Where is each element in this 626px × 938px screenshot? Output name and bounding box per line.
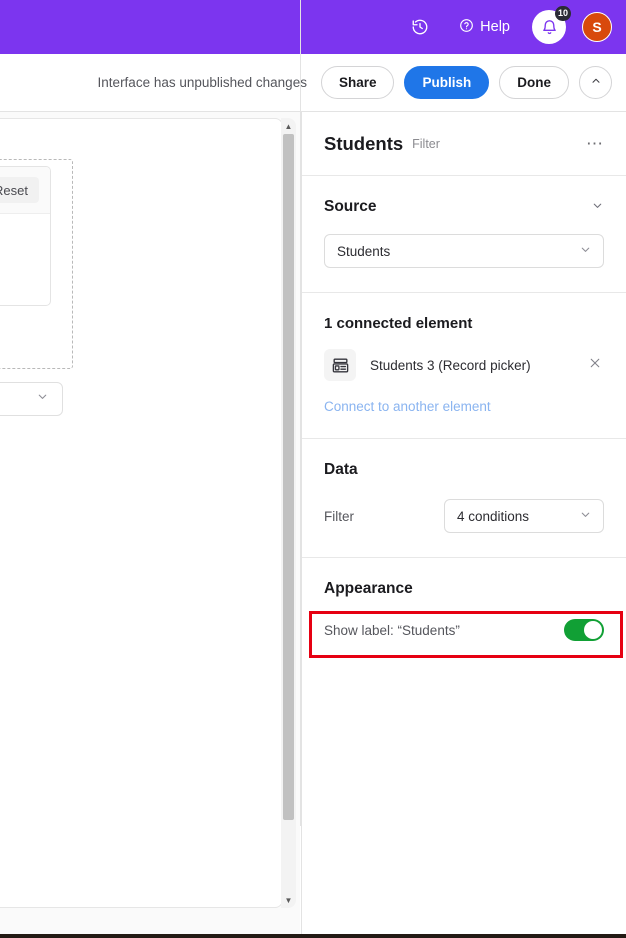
data-section-title: Data [324, 461, 358, 478]
appearance-section-title: Appearance [324, 580, 413, 597]
app-root: Help 10 S Interface has unpublished chan… [0, 0, 626, 938]
scrollbar-thumb[interactable] [283, 134, 294, 820]
unpublished-changes-status: Interface has unpublished changes [97, 75, 307, 90]
bottom-bar [0, 934, 626, 938]
appearance-section: Appearance Show label: “Students” [302, 558, 626, 665]
canvas-sheet: Reset [0, 118, 283, 908]
source-section: Source Students [302, 176, 626, 292]
source-table-value: Students [337, 243, 391, 259]
source-section-header[interactable]: Source [324, 198, 604, 216]
chevron-down-icon [579, 508, 592, 524]
secondary-toolbar: Interface has unpublished changes Share … [0, 54, 626, 112]
canvas-selection-outline [0, 159, 73, 369]
connected-element-row[interactable]: Students 3 (Record picker) [324, 349, 604, 381]
share-button[interactable]: Share [320, 66, 395, 99]
data-section: Data Filter 4 conditions [302, 439, 626, 557]
collapse-toolbar-button[interactable] [579, 66, 612, 99]
chevron-down-icon[interactable] [591, 199, 604, 215]
interface-canvas[interactable]: Reset ▲ ▼ [0, 112, 300, 938]
history-clock-icon[interactable] [403, 10, 437, 44]
help-label: Help [480, 19, 510, 35]
panel-subtitle: Filter [412, 136, 440, 151]
filter-row: Filter 4 conditions [324, 499, 604, 533]
ellipsis-icon[interactable]: ⋯ [586, 135, 604, 152]
help-button[interactable]: Help [459, 18, 510, 37]
page-title: Students [324, 132, 404, 154]
source-section-title: Source [324, 198, 377, 215]
question-circle-icon [459, 18, 474, 37]
source-table-select[interactable]: Students [324, 234, 604, 268]
toggle-knob [584, 621, 602, 639]
canvas-scrollbar[interactable]: ▲ ▼ [281, 118, 296, 908]
scroll-down-arrow-icon[interactable]: ▼ [281, 892, 296, 908]
scroll-up-arrow-icon[interactable]: ▲ [281, 118, 296, 134]
close-x-icon[interactable] [586, 356, 604, 374]
notifications-button[interactable]: 10 [532, 6, 571, 44]
notification-count-badge: 10 [554, 6, 571, 21]
connected-elements-heading: 1 connected element [324, 315, 473, 332]
chevron-down-icon [579, 243, 592, 259]
filter-conditions-value: 4 conditions [457, 508, 530, 524]
show-label-text: Show label: “Students” [324, 622, 460, 638]
publish-button[interactable]: Publish [404, 66, 490, 99]
connected-elements-section: 1 connected element Students 3 (Record p… [302, 293, 626, 438]
record-picker-icon [324, 349, 356, 381]
connected-element-label: Students 3 (Record picker) [370, 357, 531, 373]
chevron-up-icon [590, 75, 602, 90]
filter-label: Filter [324, 508, 354, 524]
done-button[interactable]: Done [499, 66, 569, 99]
canvas-left-edge [300, 0, 301, 826]
connect-another-element-link[interactable]: Connect to another element [324, 399, 604, 414]
panel-header: Students Filter ⋯ [302, 112, 626, 175]
chevron-down-icon [36, 390, 49, 408]
top-bar: Help 10 S [0, 0, 626, 54]
properties-panel: Students Filter ⋯ Source Students 1 conn… [301, 112, 626, 938]
avatar[interactable]: S [582, 12, 612, 42]
show-label-toggle[interactable] [564, 619, 604, 641]
show-label-row: Show label: “Students” [324, 619, 604, 641]
canvas-dropdown[interactable] [0, 382, 63, 416]
filter-conditions-select[interactable]: 4 conditions [444, 499, 604, 533]
